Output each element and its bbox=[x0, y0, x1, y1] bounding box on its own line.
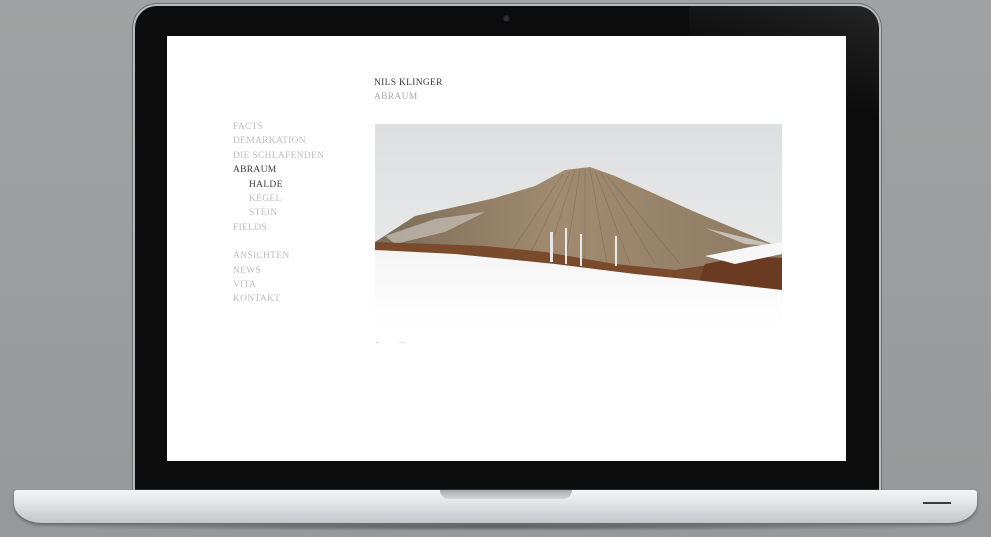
series-subtitle: ABRAUM bbox=[374, 92, 418, 102]
stage: NILS KLINGER ABRAUM FACTS DEMARKATION DI… bbox=[0, 0, 991, 537]
camera-icon bbox=[504, 16, 509, 21]
laptop-shadow bbox=[40, 523, 951, 531]
nav-item-fields[interactable]: FIELDS bbox=[233, 221, 324, 235]
photo-pager: ← → bbox=[374, 336, 412, 346]
nav-item-vita[interactable]: VITA bbox=[233, 278, 324, 292]
nav-item-abraum[interactable]: ABRAUM bbox=[233, 163, 324, 177]
laptop-base bbox=[14, 490, 977, 523]
nav-item-die-schlafenden[interactable]: DIE SCHLAFENDEN bbox=[233, 149, 324, 163]
gallery-photo[interactable] bbox=[375, 124, 782, 325]
site-title[interactable]: NILS KLINGER bbox=[374, 78, 443, 88]
nav-item-demarkation[interactable]: DEMARKATION bbox=[233, 134, 324, 148]
lid-notch bbox=[440, 490, 572, 499]
nav-item-news[interactable]: NEWS bbox=[233, 264, 324, 278]
next-arrow-icon[interactable]: → bbox=[397, 336, 412, 346]
nav-subitem-halde[interactable]: HALDE bbox=[233, 178, 324, 192]
main-navigation: FACTS DEMARKATION DIE SCHLAFENDEN ABRAUM… bbox=[233, 120, 324, 307]
slag-heap-photo bbox=[375, 124, 782, 325]
prev-arrow-icon[interactable]: ← bbox=[374, 336, 389, 346]
laptop-screen: NILS KLINGER ABRAUM FACTS DEMARKATION DI… bbox=[167, 36, 846, 461]
nav-subitem-kegel[interactable]: KEGEL bbox=[233, 192, 324, 206]
nav-item-facts[interactable]: FACTS bbox=[233, 120, 324, 134]
nav-item-kontakt[interactable]: KONTAKT bbox=[233, 292, 324, 306]
nav-subitem-stein[interactable]: STEIN bbox=[233, 206, 324, 220]
sleep-indicator bbox=[923, 502, 951, 504]
nav-item-ansichten[interactable]: ANSICHTEN bbox=[233, 249, 324, 263]
